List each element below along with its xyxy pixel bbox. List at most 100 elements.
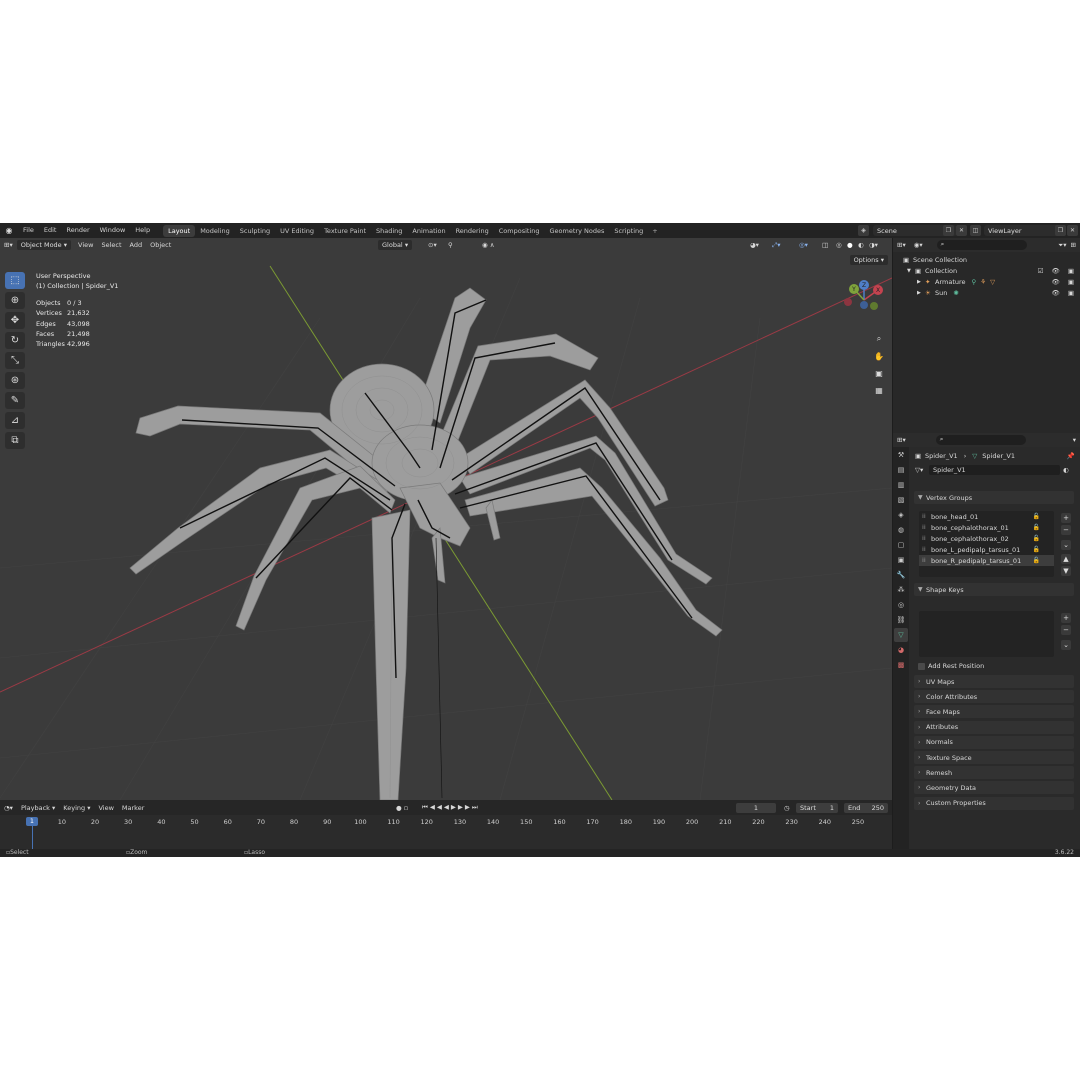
menu-edit[interactable]: Edit xyxy=(39,223,62,238)
timeline-ruler[interactable]: 1 10 20 30 40 50 60 70 80 90 100 110 120 130 140 150 16… xyxy=(0,815,892,849)
rotate-icon[interactable]: ↻ xyxy=(5,332,25,349)
expand-arrow-icon[interactable]: ▼ xyxy=(907,268,915,274)
transform-orientation-selector[interactable]: Global ▾ xyxy=(378,240,413,250)
panel-texture-space[interactable]: › Texture Space xyxy=(914,751,1074,764)
gizmo-neg-x-icon[interactable] xyxy=(844,298,852,306)
tool-tab-icon[interactable]: ⚒ xyxy=(894,448,908,462)
navigation-gizmo[interactable]: X Z Y xyxy=(840,276,890,326)
menu-view[interactable]: View xyxy=(74,241,97,249)
fake-user-icon[interactable]: ◐ xyxy=(1063,466,1075,474)
particles-tab-icon[interactable]: ⁂ xyxy=(894,583,908,597)
scene-tab-icon[interactable]: ◈ xyxy=(894,508,908,522)
remove-vertex-group-button[interactable]: − xyxy=(1061,525,1071,535)
tab-compositing[interactable]: Compositing xyxy=(494,225,545,237)
render-tab-icon[interactable]: ▤ xyxy=(894,463,908,477)
move-up-button[interactable]: ▲ xyxy=(1061,554,1071,564)
lock-icon[interactable]: 🔓 xyxy=(1033,535,1040,542)
select-box-icon[interactable]: ⬚ xyxy=(5,272,25,289)
sun-visibility-icons[interactable]: 👁 ▣ xyxy=(1052,289,1077,297)
panel-color-attributes[interactable]: › Color Attributes xyxy=(914,690,1074,704)
outliner-collection[interactable]: ▼ ▣ Collection ☑ 👁 ▣ xyxy=(907,265,1077,276)
current-frame-field[interactable]: 1 xyxy=(736,803,776,813)
playhead-frame[interactable]: 1 xyxy=(26,817,38,826)
material-tab-icon[interactable]: ◕ xyxy=(894,643,908,657)
mesh-name-field[interactable]: Spider_V1 xyxy=(929,465,1060,475)
timeline-editor-type-icon[interactable]: ◔▾ xyxy=(0,804,17,812)
world-tab-icon[interactable]: ◍ xyxy=(894,523,908,537)
pin-icon[interactable]: 📌 xyxy=(1067,452,1075,460)
overlay-toggle-icon[interactable]: ◎▾ xyxy=(795,241,812,249)
pan-hand-icon[interactable]: ✋ xyxy=(872,349,886,363)
measure-icon[interactable]: ⊿ xyxy=(5,412,25,429)
menu-window[interactable]: Window xyxy=(95,223,131,238)
view-layer-icon[interactable]: ◫ xyxy=(970,225,981,236)
outliner-editor-icon[interactable]: ⊞▾ xyxy=(897,241,906,249)
mesh-data-tab-icon[interactable]: ▽ xyxy=(894,628,908,642)
menu-select[interactable]: Select xyxy=(97,241,125,249)
tab-rendering[interactable]: Rendering xyxy=(451,225,494,237)
tab-texture-paint[interactable]: Texture Paint xyxy=(319,225,371,237)
tab-scripting[interactable]: Scripting xyxy=(609,225,648,237)
shape-key-specials-button[interactable]: ⌄ xyxy=(1061,640,1071,650)
transform-icon[interactable]: ⊛ xyxy=(5,372,25,389)
list-item[interactable]: ⁞⁞ bone_R_pedipalp_tarsus_01 🔓 xyxy=(919,555,1054,566)
panel-shape-keys[interactable]: ▼ Shape Keys xyxy=(914,583,1074,596)
view-layer-tab-icon[interactable]: ▧ xyxy=(894,493,908,507)
expand-arrow-icon[interactable]: ▶ xyxy=(917,290,925,296)
menu-render[interactable]: Render xyxy=(61,223,94,238)
panel-remesh[interactable]: › Remesh xyxy=(914,766,1074,780)
outliner-search-input[interactable]: ⌕ xyxy=(936,240,1027,250)
menu-object[interactable]: Object xyxy=(146,241,175,249)
end-frame-field[interactable]: End 250 xyxy=(844,803,888,813)
scale-icon[interactable]: ⤡ xyxy=(5,352,25,369)
xray-toggle-icon[interactable]: ◫ xyxy=(818,241,832,249)
expand-arrow-icon[interactable]: ▶ xyxy=(917,279,925,285)
list-item[interactable]: ⁞⁞ bone_cephalothorax_02 🔓 xyxy=(919,533,1054,544)
new-collection-icon[interactable]: ⊞ xyxy=(1071,241,1076,249)
cursor-icon[interactable]: ⊕ xyxy=(5,292,25,309)
vertex-group-list[interactable]: ⁞⁞ bone_head_01 🔓 ⁞⁞ bone_cephalothorax_01 🔓… xyxy=(919,511,1054,577)
options-button[interactable]: Options ▾ xyxy=(849,255,888,265)
lock-icon[interactable]: 🔓 xyxy=(1033,546,1040,553)
outliner-item-armature[interactable]: ▶ ✦ Armature ⚲ ⚘ ▽ 👁 ▣ xyxy=(917,276,1077,287)
add-shape-key-button[interactable]: + xyxy=(1061,613,1071,623)
scene-icon[interactable]: ◈ xyxy=(858,225,869,236)
list-item[interactable]: ⁞⁞ bone_L_pedipalp_tarsus_01 🔓 xyxy=(919,544,1054,555)
vertex-group-specials-button[interactable]: ⌄ xyxy=(1061,540,1071,550)
move-icon[interactable]: ✥ xyxy=(5,312,25,329)
delete-view-layer-icon[interactable]: ✕ xyxy=(1067,225,1078,236)
tab-shading[interactable]: Shading xyxy=(371,225,407,237)
editor-type-icon[interactable]: ⊞▾ xyxy=(0,241,17,249)
lock-icon[interactable]: 🔓 xyxy=(1033,557,1040,564)
menu-marker[interactable]: Marker xyxy=(118,804,148,812)
panel-geometry-data[interactable]: › Geometry Data xyxy=(914,781,1074,795)
move-down-button[interactable]: ▼ xyxy=(1061,566,1071,576)
menu-keying[interactable]: Keying ▾ xyxy=(59,804,94,812)
grid-icon[interactable]: ▦ xyxy=(872,383,886,397)
add-workspace-button[interactable]: + xyxy=(648,227,661,235)
panel-uv-maps[interactable]: › UV Maps xyxy=(914,675,1074,688)
mode-selector[interactable]: Object Mode ▾ xyxy=(16,240,72,250)
record-icon[interactable]: ● ▫ xyxy=(392,804,412,812)
menu-timeline-view[interactable]: View xyxy=(94,804,117,812)
gizmo-neg-z-icon[interactable] xyxy=(860,301,868,309)
gizmo-toggle-icon[interactable]: ⤢▾ xyxy=(768,241,784,250)
panel-face-maps[interactable]: › Face Maps xyxy=(914,705,1074,719)
mesh-browse-icon[interactable]: ▽▾ xyxy=(915,466,929,474)
playback-controls-icon[interactable]: ⏮◀◀◀▶▶▶⏭ xyxy=(418,803,484,812)
constraints-tab-icon[interactable]: ⛓ xyxy=(894,613,908,627)
tab-sculpting[interactable]: Sculpting xyxy=(235,225,275,237)
pivot-icon[interactable]: ⊙▾ xyxy=(424,241,441,249)
clock-icon[interactable]: ◷ xyxy=(780,804,794,812)
panel-attributes[interactable]: › Attributes xyxy=(914,720,1074,734)
annotate-icon[interactable]: ✎ xyxy=(5,392,25,409)
menu-playback[interactable]: Playback ▾ xyxy=(17,804,59,812)
panel-normals[interactable]: › Normals xyxy=(914,735,1074,749)
new-scene-icon[interactable]: ❐ xyxy=(943,225,954,236)
properties-editor-icon[interactable]: ⊞▾ xyxy=(897,436,906,444)
tab-modeling[interactable]: Modeling xyxy=(195,225,235,237)
menu-add[interactable]: Add xyxy=(126,241,147,249)
lock-icon[interactable]: 🔓 xyxy=(1033,513,1040,520)
shape-key-list[interactable] xyxy=(919,611,1054,657)
view-layer-selector[interactable]: ViewLayer xyxy=(984,225,1066,236)
